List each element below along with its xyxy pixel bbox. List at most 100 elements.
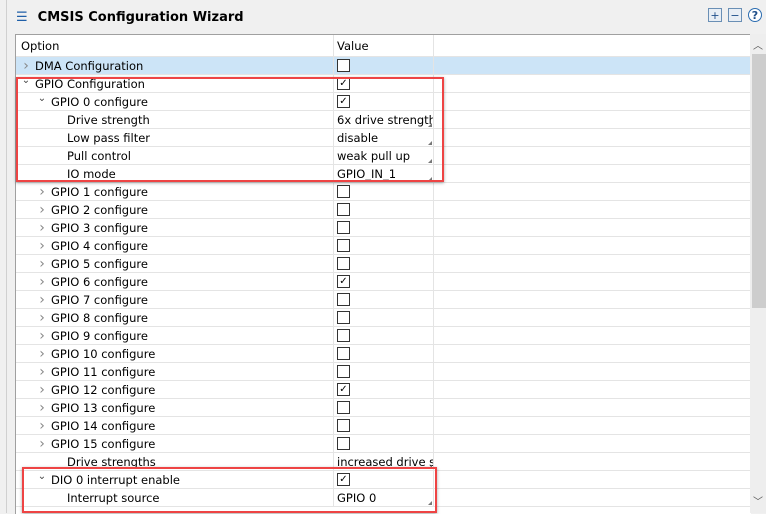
chevron-right-icon[interactable]: › [35,400,49,416]
value-cell[interactable] [334,399,434,416]
table-row[interactable]: › GPIO 1 configure [16,183,751,201]
value-cell[interactable] [334,219,434,236]
help-icon[interactable]: ? [748,8,762,22]
value-cell[interactable] [334,435,434,452]
chevron-right-icon[interactable]: › [35,220,49,236]
value-cell[interactable] [334,363,434,380]
option-cell: › GPIO 9 configure [16,327,334,344]
value-cell[interactable]: ✓ [334,381,434,398]
scroll-up-icon[interactable]: ︿ [753,37,763,52]
chevron-right-icon[interactable]: › [35,436,49,452]
column-header-option[interactable]: Option [16,35,334,56]
highlight-box-interrupt [22,467,437,513]
option-cell: › GPIO 14 configure [16,417,334,434]
value-cell[interactable] [334,255,434,272]
chevron-right-icon[interactable]: › [35,328,49,344]
table-row[interactable]: › GPIO 5 configure [16,255,751,273]
value-cell[interactable] [334,237,434,254]
option-cell: › GPIO 7 configure [16,291,334,308]
checkbox[interactable] [337,203,350,216]
option-cell: › GPIO 12 configure [16,381,334,398]
table-row[interactable]: › DMA Configuration [16,57,751,75]
option-label: GPIO 2 configure [51,202,148,217]
checkbox[interactable] [337,239,350,252]
option-label: GPIO 6 configure [51,274,148,289]
option-label: DMA Configuration [35,58,144,73]
checkbox[interactable] [337,329,350,342]
checkbox[interactable] [337,257,350,270]
checkbox[interactable]: ✓ [337,275,350,288]
chevron-right-icon[interactable]: › [35,310,49,326]
table-row[interactable]: › GPIO 11 configure [16,363,751,381]
chevron-right-icon[interactable]: › [35,292,49,308]
checkbox[interactable] [337,437,350,450]
list-icon: ☰ [16,9,28,25]
chevron-right-icon[interactable]: › [35,382,49,398]
table-row[interactable]: › GPIO 12 configure ✓ [16,381,751,399]
checkbox[interactable] [337,401,350,414]
value-cell[interactable] [334,183,434,200]
table-row[interactable]: › GPIO 7 configure [16,291,751,309]
checkbox[interactable] [337,311,350,324]
table-row[interactable]: › GPIO 8 configure [16,309,751,327]
toolbar: + − ? [708,8,762,22]
value-cell[interactable] [334,201,434,218]
table-row[interactable]: › GPIO 15 configure [16,435,751,453]
table-row[interactable]: › GPIO 9 configure [16,327,751,345]
chevron-right-icon[interactable]: › [35,274,49,290]
option-cell: › GPIO 8 configure [16,309,334,326]
checkbox[interactable] [337,347,350,360]
table-header: Option Value [16,35,751,57]
chevron-right-icon[interactable]: › [35,346,49,362]
value-cell[interactable] [334,345,434,362]
scrollbar-thumb[interactable] [752,54,766,308]
chevron-right-icon[interactable]: › [35,256,49,272]
value-cell[interactable] [334,309,434,326]
collapse-all-icon[interactable]: − [728,8,742,22]
checkbox[interactable]: ✓ [337,383,350,396]
checkbox[interactable] [337,365,350,378]
checkbox[interactable] [337,59,350,72]
checkbox[interactable] [337,293,350,306]
option-cell: › GPIO 4 configure [16,237,334,254]
value-cell[interactable] [334,417,434,434]
option-label: GPIO 15 configure [51,436,156,451]
option-label: GPIO 13 configure [51,400,156,415]
chevron-right-icon[interactable]: › [35,184,49,200]
chevron-right-icon[interactable]: › [35,202,49,218]
checkbox[interactable] [337,221,350,234]
option-cell: › GPIO 5 configure [16,255,334,272]
table-row[interactable]: › GPIO 2 configure [16,201,751,219]
value-cell[interactable] [334,327,434,344]
option-label: GPIO 7 configure [51,292,148,307]
checkbox[interactable] [337,185,350,198]
value-cell[interactable] [334,291,434,308]
option-cell: › GPIO 10 configure [16,345,334,362]
chevron-right-icon[interactable]: › [35,364,49,380]
column-header-value[interactable]: Value [334,35,434,56]
option-label: GPIO 4 configure [51,238,148,253]
chevron-right-icon[interactable]: › [19,58,33,74]
table-row[interactable]: › GPIO 13 configure [16,399,751,417]
table-row[interactable]: › GPIO 6 configure ✓ [16,273,751,291]
expand-all-icon[interactable]: + [708,8,722,22]
option-label: GPIO 12 configure [51,382,156,397]
option-label: GPIO 10 configure [51,346,156,361]
table-row[interactable]: › GPIO 3 configure [16,219,751,237]
option-label: GPIO 5 configure [51,256,148,271]
table-row[interactable]: › GPIO 4 configure [16,237,751,255]
checkbox[interactable] [337,419,350,432]
option-label: GPIO 3 configure [51,220,148,235]
chevron-right-icon[interactable]: › [35,418,49,434]
option-label: GPIO 9 configure [51,328,148,343]
chevron-right-icon[interactable]: › [35,238,49,254]
table-row[interactable]: › GPIO 10 configure [16,345,751,363]
scroll-down-icon[interactable]: ﹀ [753,493,763,508]
table-row[interactable]: › GPIO 14 configure [16,417,751,435]
vertical-scrollbar[interactable]: ︿ ﹀ [750,34,766,513]
highlight-box-gpio0 [16,77,444,182]
value-cell[interactable] [334,57,434,74]
value-cell[interactable]: ✓ [334,273,434,290]
option-cell: › GPIO 3 configure [16,219,334,236]
option-cell: › GPIO 6 configure [16,273,334,290]
